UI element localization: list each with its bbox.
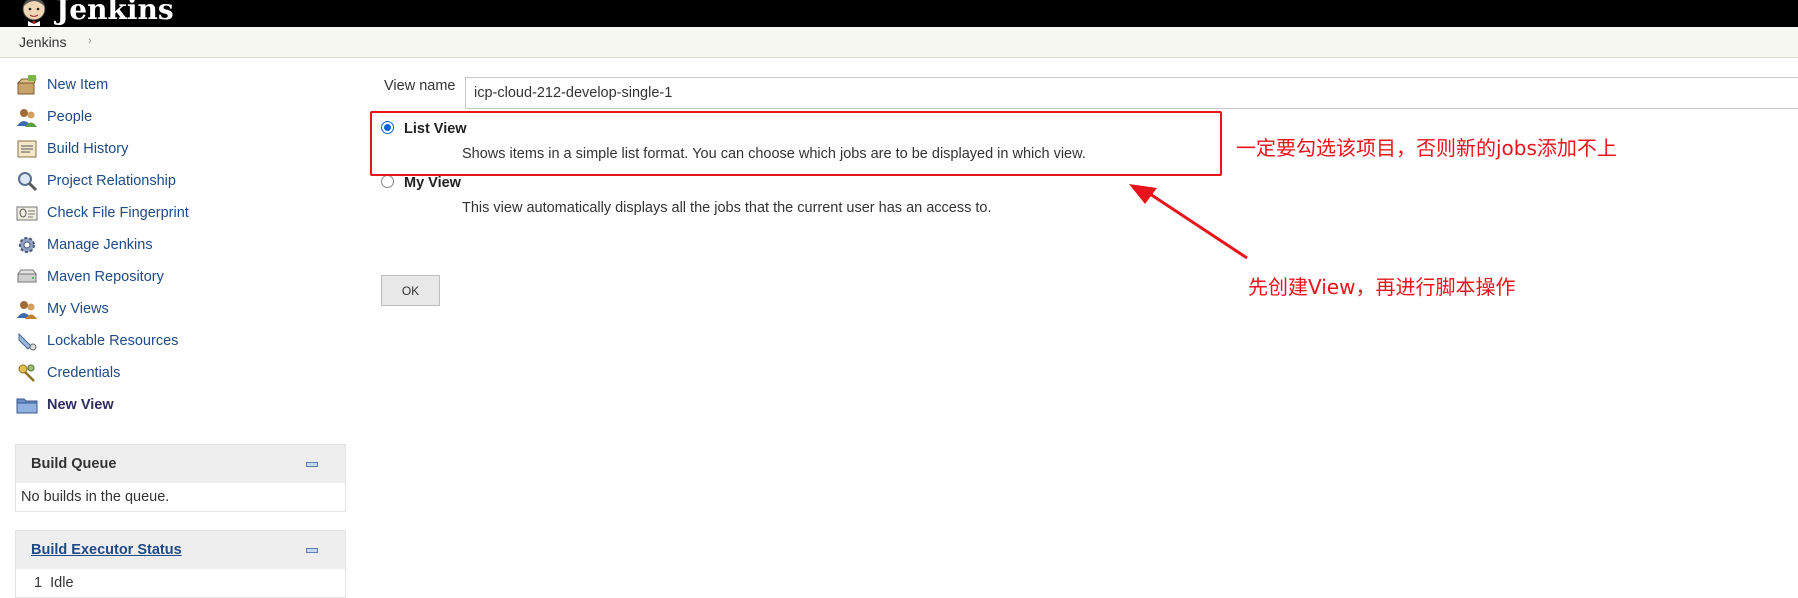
collapse-icon[interactable] xyxy=(306,462,318,467)
build-history-icon xyxy=(17,140,37,158)
sidebar-item-label: New View xyxy=(47,397,114,413)
my-view-description: This view automatically displays all the… xyxy=(462,200,992,216)
build-queue-panel: Build Queue No builds in the queue. xyxy=(15,444,346,512)
sidebar-item-manage-jenkins[interactable]: Manage Jenkins xyxy=(16,234,153,256)
keys-icon xyxy=(18,364,35,382)
sidebar-item-label: Check File Fingerprint xyxy=(47,205,189,221)
sidebar-item-label: People xyxy=(47,109,93,125)
view-name-input[interactable] xyxy=(465,77,1798,109)
sidebar-item-label: Manage Jenkins xyxy=(47,237,153,253)
fingerprint-icon xyxy=(16,206,38,221)
sidebar-item-build-history[interactable]: Build History xyxy=(16,138,128,160)
lockable-resources-icon xyxy=(18,332,37,351)
sidebar-item-new-view[interactable]: New View xyxy=(16,394,114,416)
sidebar-item-label: New Item xyxy=(47,77,109,93)
executor-number: 1 xyxy=(34,575,43,591)
chevron-right-icon[interactable]: › xyxy=(88,35,92,47)
top-header: Jenkins xyxy=(0,0,1798,27)
hard-drive-icon xyxy=(17,269,37,283)
my-view-radio[interactable] xyxy=(381,175,394,188)
folder-icon xyxy=(16,398,38,414)
build-executor-status-header: Build Executor Status xyxy=(16,531,345,569)
view-name-label: View name xyxy=(384,78,456,94)
sidebar-item-label: Project Relationship xyxy=(47,173,176,189)
my-views-icon xyxy=(17,301,37,319)
sidebar-item-new-item[interactable]: New Item xyxy=(16,74,108,96)
sidebar-item-label: My Views xyxy=(47,301,109,317)
sidebar-item-label: Credentials xyxy=(47,365,121,381)
sidebar-item-label: Lockable Resources xyxy=(47,333,179,349)
sidebar-item-project-relationship[interactable]: Project Relationship xyxy=(16,170,176,192)
annotation-arrow-icon xyxy=(1129,184,1248,260)
executor-row: 1 Idle xyxy=(16,569,345,597)
sidebar-item-check-file-fingerprint[interactable]: Check File Fingerprint xyxy=(16,202,189,224)
collapse-icon[interactable] xyxy=(306,548,318,553)
magnifier-icon xyxy=(18,172,38,192)
breadcrumb: Jenkins › xyxy=(0,27,1798,58)
build-queue-header: Build Queue xyxy=(16,445,345,483)
jenkins-butler-icon xyxy=(18,0,50,26)
app-name: Jenkins xyxy=(56,0,174,26)
sidebar-item-people[interactable]: People xyxy=(16,106,92,128)
build-executor-status-link[interactable]: Build Executor Status xyxy=(31,542,182,558)
people-icon xyxy=(17,109,37,127)
gear-icon xyxy=(19,237,35,253)
my-view-title[interactable]: My View xyxy=(404,175,461,191)
annotation-highlight-box xyxy=(370,111,1222,176)
annotation-note-top: 一定要勾选该项目，否则新的jobs添加不上 xyxy=(1236,136,1617,160)
ok-button[interactable]: OK xyxy=(381,275,440,306)
sidebar-item-lockable-resources[interactable]: Lockable Resources xyxy=(16,330,178,352)
executor-state: Idle xyxy=(50,575,74,591)
build-queue-empty-text: No builds in the queue. xyxy=(21,489,170,505)
sidebar-item-label: Build History xyxy=(47,141,129,157)
sidebar-item-label: Maven Repository xyxy=(47,269,164,285)
jenkins-logo[interactable]: Jenkins xyxy=(18,0,174,26)
sidebar-item-maven-repository[interactable]: Maven Repository xyxy=(16,266,164,288)
annotation-note-bottom: 先创建View，再进行脚本操作 xyxy=(1248,275,1516,299)
sidebar-item-credentials[interactable]: Credentials xyxy=(16,362,120,384)
breadcrumb-item-jenkins[interactable]: Jenkins xyxy=(19,34,66,50)
build-executor-status-panel: Build Executor Status 1 Idle xyxy=(15,530,346,598)
build-queue-title: Build Queue xyxy=(31,456,117,472)
sidebar-item-my-views[interactable]: My Views xyxy=(16,298,109,320)
new-item-icon xyxy=(16,75,37,95)
